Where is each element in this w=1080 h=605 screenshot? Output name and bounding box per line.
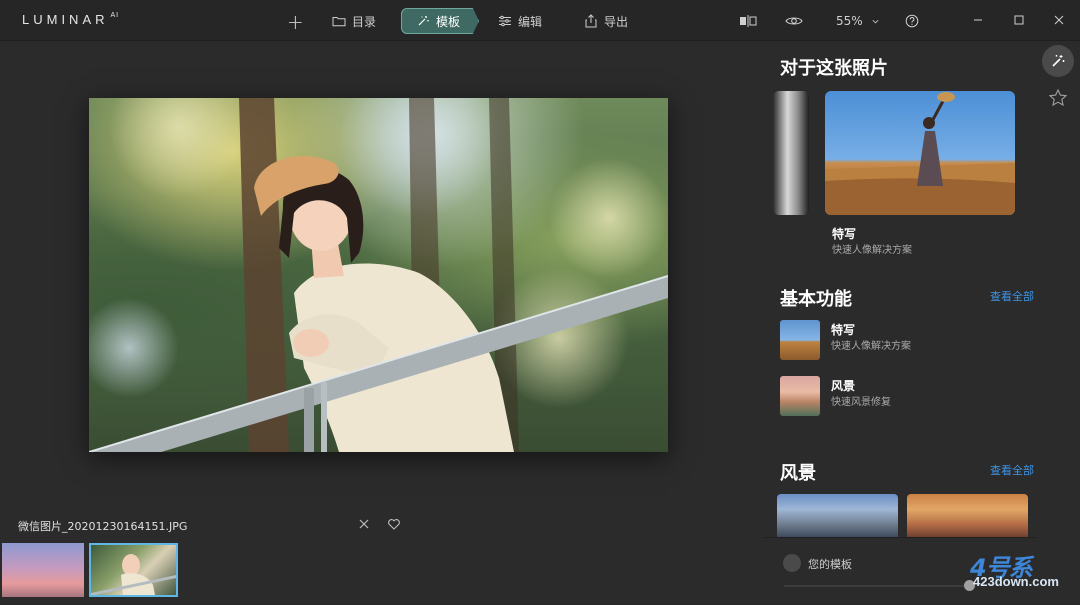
basic-item-subtitle: 快速人像解决方案 — [831, 341, 911, 352]
basic-item-label[interactable]: 特写 — [831, 321, 855, 338]
add-button[interactable]: + — [287, 9, 304, 35]
compare-icon — [740, 15, 757, 27]
favorites-button[interactable] — [1042, 82, 1074, 114]
landscape-template-card[interactable] — [777, 494, 898, 538]
favorite-file-button[interactable] — [386, 516, 402, 532]
star-icon — [1048, 88, 1068, 107]
filmstrip-thumbnail-selected[interactable] — [89, 543, 178, 597]
magic-wand-icon — [1052, 55, 1065, 67]
heart-icon — [388, 519, 400, 530]
edit-tab[interactable]: 编辑 — [498, 8, 542, 34]
templates-tab-label: 模板 — [436, 14, 461, 29]
landscape-see-all-link[interactable]: 查看全部 — [990, 462, 1034, 478]
app-logo: LUMINAR AI — [22, 12, 119, 27]
maximize-icon — [1014, 15, 1024, 25]
basic-features-title: 基本功能 — [780, 289, 852, 310]
maximize-button[interactable] — [1009, 10, 1029, 30]
help-icon — [905, 14, 919, 28]
export-tab[interactable]: 导出 — [584, 8, 628, 34]
top-toolbar: LUMINAR AI + 目录 模板 编辑 导出 55% — [0, 0, 1080, 41]
main-photo-canvas[interactable] — [89, 98, 668, 452]
template-card-image — [825, 92, 1015, 215]
basic-item-subtitle: 快速风景修复 — [831, 397, 891, 408]
magic-wand-icon — [418, 16, 429, 26]
share-icon — [585, 14, 597, 28]
featured-template-label: 特写 — [832, 227, 857, 241]
app-name-suffix: AI — [110, 11, 120, 19]
close-icon — [1054, 15, 1064, 25]
current-file-name: 微信图片_20201230164151.JPG — [18, 520, 188, 533]
zoom-dropdown[interactable]: 55% — [836, 8, 880, 34]
template-card-previous[interactable] — [773, 91, 809, 215]
basic-item-thumbnail-landscape[interactable] — [780, 376, 820, 416]
folder-icon — [332, 17, 346, 27]
chevron-down-icon — [872, 19, 879, 23]
eye-icon — [785, 17, 803, 25]
about-photo-title: 对于这张照片 — [780, 58, 888, 79]
basic-see-all-link[interactable]: 查看全部 — [990, 288, 1034, 304]
remove-file-button[interactable] — [356, 516, 372, 532]
compare-button[interactable] — [739, 8, 757, 34]
preview-button[interactable] — [785, 8, 803, 34]
catalog-tab-label: 目录 — [352, 14, 377, 29]
basic-item-label[interactable]: 风景 — [831, 377, 855, 394]
template-card-featured[interactable] — [825, 91, 1015, 215]
app-name: LUMINAR — [22, 12, 109, 27]
templates-panel: 对于这张照片 特写 快速人像解决方案 基本功能 查看全部 特写 快速人像解决方案… — [764, 41, 1036, 605]
filmstrip-thumbnail[interactable] — [2, 543, 84, 597]
watermark-url: 423down.com — [973, 574, 1059, 589]
sliders-icon — [499, 15, 511, 27]
my-templates-label: 您的模板 — [808, 558, 852, 571]
close-icon — [359, 519, 369, 529]
thumbnail-image — [91, 554, 176, 595]
panel-scroll-track[interactable] — [784, 585, 970, 587]
ai-templates-button[interactable] — [1042, 45, 1074, 77]
zoom-value: 55% — [836, 14, 863, 28]
my-templates-icon — [783, 554, 801, 572]
featured-template-subtitle: 快速人像解决方案 — [832, 245, 912, 256]
landscape-section-title: 风景 — [780, 463, 816, 484]
export-tab-label: 导出 — [604, 14, 629, 29]
close-window-button[interactable] — [1049, 10, 1069, 30]
edit-tab-label: 编辑 — [518, 14, 543, 29]
site-watermark: 4号系 423down.com — [968, 548, 1076, 594]
basic-item-thumbnail-portrait[interactable] — [780, 320, 820, 360]
minimize-icon — [974, 19, 982, 21]
help-button[interactable] — [905, 8, 919, 34]
add-icon: + — [287, 10, 304, 34]
templates-tab[interactable]: 模板 — [401, 8, 479, 34]
minimize-button[interactable] — [968, 10, 988, 30]
catalog-tab[interactable]: 目录 — [332, 8, 376, 34]
photo-illustration — [89, 98, 668, 452]
landscape-template-card[interactable] — [907, 494, 1028, 538]
